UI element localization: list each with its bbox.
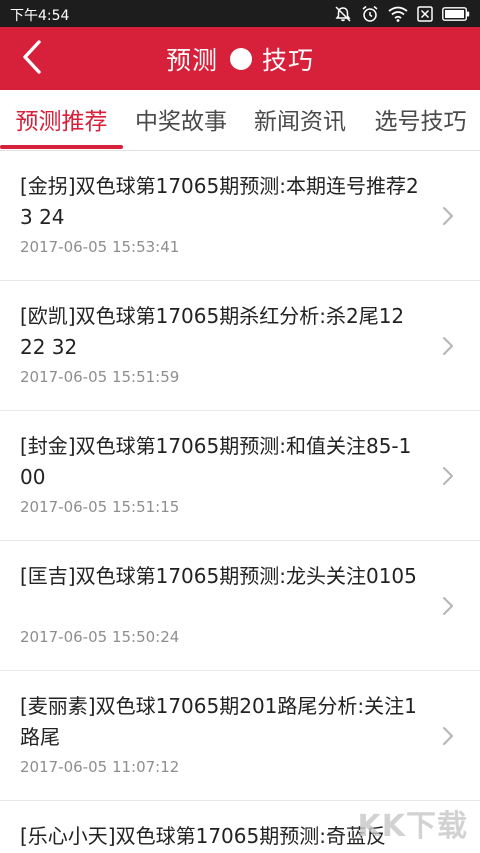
news-title: [匡吉]双色球第17065期预测:龙头关注0105 <box>20 564 417 588</box>
news-title: [封金]双色球第17065期预测:和值关注85-100 <box>20 434 412 489</box>
status-icons <box>334 3 470 24</box>
tab-news[interactable]: 新闻资讯 <box>239 90 361 148</box>
news-title: [欧凯]双色球第17065期杀红分析:杀2尾12 22 32 <box>20 304 405 359</box>
page-title: 预测 技巧 <box>0 27 480 90</box>
mute-icon <box>334 5 352 23</box>
tab-forecast[interactable]: 预测推荐 <box>0 90 123 148</box>
news-date: 2017-06-05 11:07:12 <box>20 758 180 776</box>
list-item[interactable]: [金拐]双色球第17065期预测:本期连号推荐23 24 2017-06-05 … <box>0 151 480 281</box>
news-date: 2017-06-05 15:50:24 <box>20 628 180 646</box>
list-item[interactable]: [麦丽素]双色球17065期201路尾分析:关注1路尾 2017-06-05 1… <box>0 671 480 801</box>
chevron-right-icon <box>442 466 454 490</box>
status-bar: 下午4:54 <box>0 0 480 27</box>
page-title-right: 技巧 <box>262 45 315 75</box>
alarm-icon <box>361 5 379 23</box>
tab-selection-tips[interactable]: 选号技巧 <box>361 90 480 148</box>
watermark-logo: KK下载 <box>357 809 468 844</box>
tab-winning-stories[interactable]: 中奖故事 <box>123 90 239 148</box>
status-time: 下午4:54 <box>10 8 70 24</box>
news-date: 2017-06-05 15:53:41 <box>20 238 180 256</box>
list-item[interactable]: [欧凯]双色球第17065期杀红分析:杀2尾12 22 32 2017-06-0… <box>0 281 480 411</box>
news-date: 2017-06-05 15:51:15 <box>20 498 180 516</box>
no-sim-icon <box>417 5 433 22</box>
news-title: [金拐]双色球第17065期预测:本期连号推荐23 24 <box>20 174 419 229</box>
list-item[interactable]: [封金]双色球第17065期预测:和值关注85-100 2017-06-05 1… <box>0 411 480 541</box>
tab-bar: 预测推荐 中奖故事 新闻资讯 选号技巧 <box>0 90 480 151</box>
wifi-icon <box>388 6 408 22</box>
chevron-right-icon <box>442 336 454 360</box>
news-list: [金拐]双色球第17065期预测:本期连号推荐23 24 2017-06-05 … <box>0 151 480 853</box>
title-dot-icon <box>230 47 252 70</box>
app-bar: 预测 技巧 <box>0 27 480 90</box>
news-title: [麦丽素]双色球17065期201路尾分析:关注1路尾 <box>20 694 417 749</box>
page-title-left: 预测 <box>165 45 218 75</box>
chevron-right-icon <box>442 596 454 620</box>
active-tab-indicator <box>0 145 123 149</box>
battery-icon <box>442 6 470 21</box>
news-date: 2017-06-05 15:51:59 <box>20 368 180 386</box>
chevron-right-icon <box>442 206 454 230</box>
list-item[interactable]: [匡吉]双色球第17065期预测:龙头关注0105 2017-06-05 15:… <box>0 541 480 671</box>
chevron-right-icon <box>442 726 454 750</box>
